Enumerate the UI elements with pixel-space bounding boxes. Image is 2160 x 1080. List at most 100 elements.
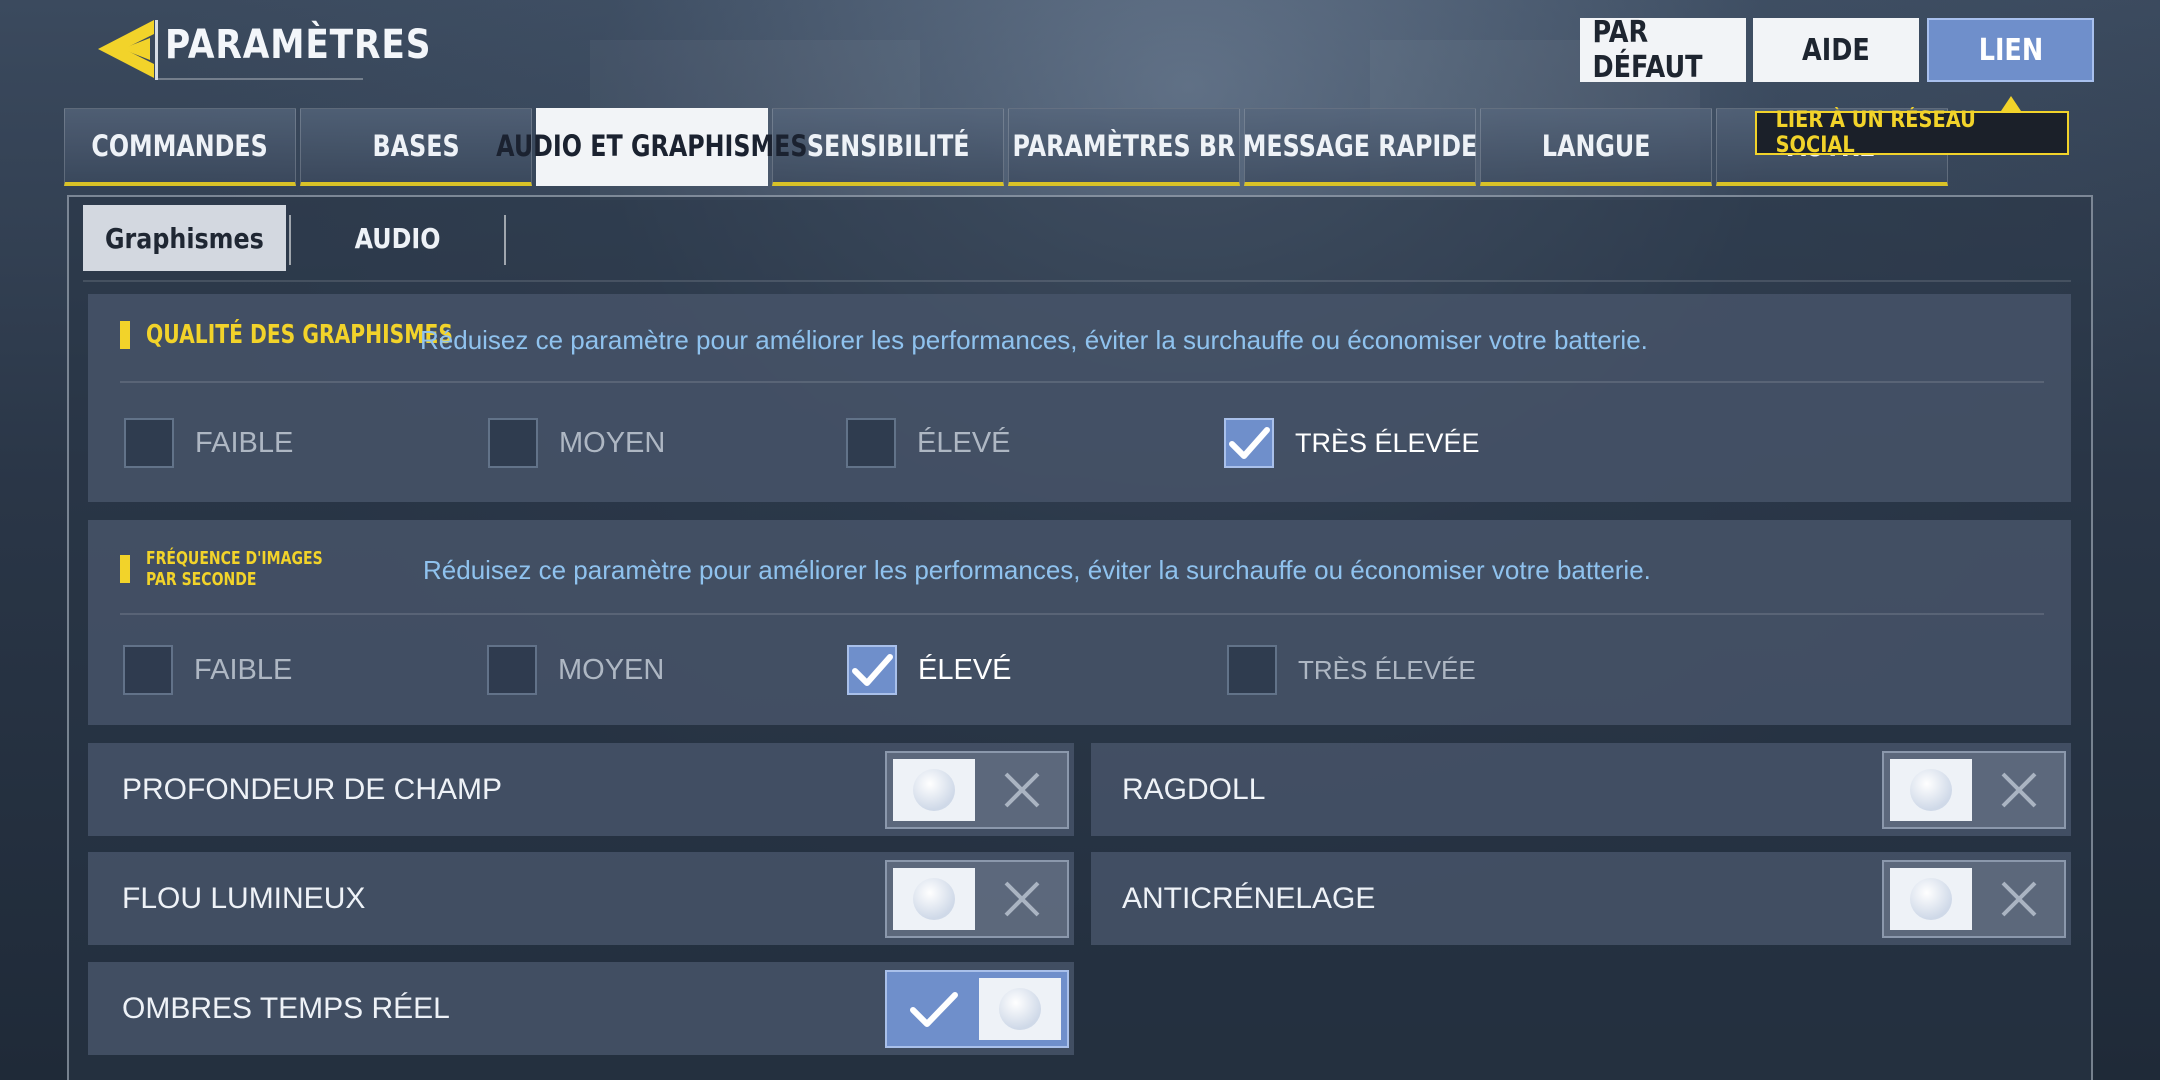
tooltip-text: LIER À UN RÉSEAU SOCIAL: [1775, 108, 1976, 158]
option-label: MOYEN: [559, 426, 666, 459]
toggle-knob-icon: [893, 868, 975, 930]
checkbox[interactable]: [488, 418, 538, 468]
checkbox[interactable]: [487, 645, 537, 695]
knob-dot: [913, 769, 955, 811]
option-label: FAIBLE: [194, 653, 293, 686]
realtime-shadows-toggle[interactable]: [885, 970, 1069, 1048]
antialiasing-row: ANTICRÉNELAGE: [1091, 852, 2071, 945]
back-arrow-logo-icon[interactable]: [92, 16, 158, 82]
toggle-knob-icon: [1890, 868, 1972, 930]
section-title: QUALITÉ DES GRAPHISMES: [146, 320, 453, 350]
quality-option-high[interactable]: ÉLEVÉ: [846, 418, 1011, 468]
ragdoll-toggle[interactable]: [1882, 751, 2066, 829]
tab-label: MESSAGE RAPIDE: [1242, 128, 1478, 163]
subtab-separator: [289, 215, 291, 265]
setting-label: ANTICRÉNELAGE: [1122, 881, 1376, 915]
section-divider: [120, 613, 2044, 615]
help-button-label: AIDE: [1802, 32, 1870, 68]
option-label: MOYEN: [558, 653, 665, 686]
section-marker: [120, 321, 130, 349]
section-title: FRÉQUENCE D'IMAGES PAR SECONDE: [146, 548, 323, 590]
tab-message-rapide[interactable]: MESSAGE RAPIDE: [1242, 108, 1478, 186]
x-mark-icon: [1976, 868, 2062, 930]
subtab-divider: [83, 280, 2071, 282]
fps-option-medium[interactable]: MOYEN: [487, 645, 664, 695]
setting-label: PROFONDEUR DE CHAMP: [122, 772, 503, 806]
toggle-knob-icon: [1890, 759, 1972, 821]
section-marker: [120, 555, 130, 583]
knob-dot: [1910, 878, 1952, 920]
option-label: TRÈS ÉLEVÉE: [1298, 654, 1476, 685]
checkbox[interactable]: [846, 418, 896, 468]
option-label: ÉLEVÉ: [917, 426, 1011, 459]
section-description: Réduisez ce paramètre pour améliorer les…: [420, 325, 1648, 355]
knob-dot: [913, 878, 955, 920]
checkbox[interactable]: [847, 645, 897, 695]
section-divider: [120, 381, 2044, 383]
tab-label: BASES: [372, 128, 460, 163]
x-mark-icon: [979, 759, 1065, 821]
page-title: PARAMÈTRES: [165, 22, 432, 68]
x-mark-icon: [1976, 759, 2062, 821]
tab-label: PARAMÈTRES BR: [1012, 128, 1236, 163]
default-button-label: PAR DÉFAUT: [1592, 15, 1703, 85]
checkbox[interactable]: [123, 645, 173, 695]
setting-label: OMBRES TEMPS RÉEL: [122, 991, 450, 1025]
antialiasing-toggle[interactable]: [1882, 860, 2066, 938]
subtab-label: Graphismes: [105, 221, 264, 255]
subtab-audio[interactable]: AUDIO: [293, 205, 503, 271]
subtab-separator: [504, 215, 506, 265]
tab-commandes[interactable]: COMMANDES: [64, 108, 296, 186]
checkbox[interactable]: [124, 418, 174, 468]
x-mark-icon: [979, 868, 1065, 930]
quality-option-very-high[interactable]: TRÈS ÉLEVÉE: [1224, 418, 1480, 468]
fps-option-low[interactable]: FAIBLE: [123, 645, 292, 695]
knob-dot: [999, 988, 1041, 1030]
tab-label: SENSIBILITÉ: [806, 128, 970, 163]
subtab-label: AUDIO: [355, 221, 441, 255]
default-button[interactable]: PAR DÉFAUT: [1580, 15, 1746, 85]
ragdoll-row: RAGDOLL: [1091, 743, 2071, 836]
title-underline: [158, 78, 363, 80]
tab-langue[interactable]: LANGUE: [1480, 108, 1712, 186]
tab-parametres-br[interactable]: PARAMÈTRES BR: [1008, 108, 1240, 186]
knob-dot: [1910, 769, 1952, 811]
section-header: FRÉQUENCE D'IMAGES PAR SECONDE: [120, 548, 396, 590]
tab-label: LANGUE: [1541, 128, 1651, 163]
quality-option-low[interactable]: FAIBLE: [124, 418, 293, 468]
fps-option-high[interactable]: ÉLEVÉ: [847, 645, 1012, 695]
tab-label: COMMANDES: [91, 128, 269, 163]
option-label: ÉLEVÉ: [918, 653, 1012, 686]
realtime-shadows-row: OMBRES TEMPS RÉEL: [88, 962, 1074, 1055]
option-label: TRÈS ÉLEVÉE: [1295, 427, 1480, 458]
link-button-label: LIEN: [1978, 32, 2043, 68]
checkmark-icon: [852, 654, 893, 686]
depth-of-field-toggle[interactable]: [885, 751, 1069, 829]
checkbox[interactable]: [1224, 418, 1274, 468]
bloom-toggle[interactable]: [885, 860, 1069, 938]
tab-sensibilite[interactable]: SENSIBILITÉ: [772, 108, 1004, 186]
depth-of-field-row: PROFONDEUR DE CHAMP: [88, 743, 1074, 836]
link-tooltip: LIER À UN RÉSEAU SOCIAL: [1755, 108, 2069, 158]
section-description: Réduisez ce paramètre pour améliorer les…: [423, 555, 1651, 585]
help-button[interactable]: AIDE: [1753, 18, 1919, 82]
checkmark-icon: [1229, 427, 1270, 459]
frame-rate-section: FRÉQUENCE D'IMAGES PAR SECONDE Réduisez …: [88, 520, 2071, 725]
toggle-knob-icon: [893, 759, 975, 821]
quality-option-medium[interactable]: MOYEN: [488, 418, 665, 468]
bloom-row: FLOU LUMINEUX: [88, 852, 1074, 945]
link-button[interactable]: LIEN: [1927, 18, 2094, 82]
subtab-graphics[interactable]: Graphismes: [83, 205, 286, 271]
tab-audio-graphismes[interactable]: AUDIO ET GRAPHISMES: [496, 108, 808, 186]
logo-divider: [155, 20, 158, 80]
main-tabs: COMMANDES BASES AUDIO ET GRAPHISMES SENS…: [64, 108, 1952, 186]
setting-label: FLOU LUMINEUX: [122, 881, 366, 915]
toggle-knob-icon: [979, 978, 1061, 1040]
tab-label: AUDIO ET GRAPHISMES: [496, 128, 808, 163]
checkbox[interactable]: [1227, 645, 1277, 695]
graphics-quality-section: QUALITÉ DES GRAPHISMES Réduisez ce param…: [88, 294, 2071, 502]
fps-option-very-high[interactable]: TRÈS ÉLEVÉE: [1227, 645, 1476, 695]
setting-label: RAGDOLL: [1122, 772, 1266, 806]
option-label: FAIBLE: [195, 426, 294, 459]
checkmark-icon: [891, 978, 977, 1040]
